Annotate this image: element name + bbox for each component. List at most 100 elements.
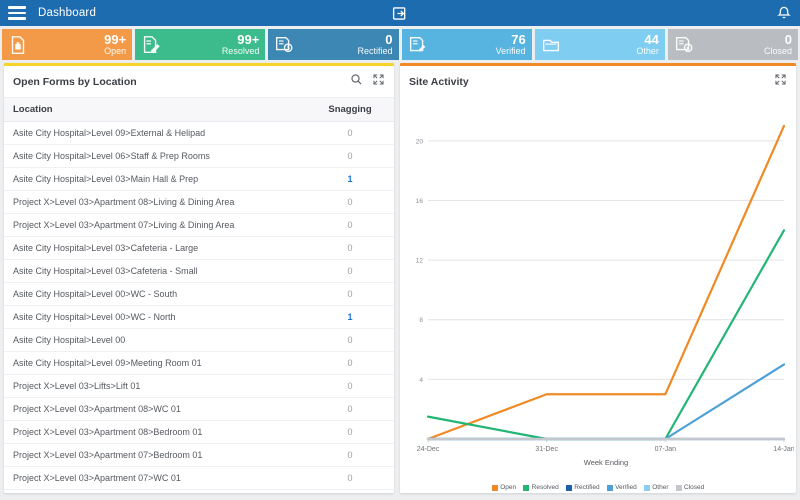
expand-icon[interactable] [774,73,787,91]
x-axis-tick-label: 24-Dec [417,446,440,453]
table-row[interactable]: Project X>Level 03>Apartment 07>Living &… [4,214,394,237]
y-axis-tick-label: 8 [419,317,423,324]
project-switch-icon[interactable] [392,5,409,22]
cell-location: Project X>Level 03>Lifts>Lift 01 [13,381,141,391]
cell-snagging: 0 [347,450,353,460]
legend-label: Verified [615,484,637,491]
cell-location: Project X>Level 03>Apartment 07>WC 01 [13,473,181,483]
status-card-value: 44 [644,31,659,47]
y-axis-tick-label: 4 [419,377,423,384]
cell-snagging: 0 [347,473,353,483]
table-row[interactable]: Asite City Hospital>Level 00>WC - North 1 [4,306,394,329]
column-header-location[interactable]: Location [13,104,315,115]
legend-label: Other [652,484,669,491]
table-row[interactable]: Project X>Level 03>Apartment 08>WC 01 0 [4,398,394,421]
x-axis-tick-label: 31-Dec [535,446,558,453]
status-card-verified[interactable]: 76 Verified [401,29,532,60]
table-row[interactable]: Asite City Hospital>Level 03>Main Hall &… [4,168,394,191]
table-row[interactable]: Asite City Hospital>Level 00>WC - South 0 [4,283,394,306]
open-forms-by-location-panel: Open Forms by Location Location Snagging… [4,63,394,493]
series-line-open [426,124,786,441]
status-card-closed[interactable]: 0 Closed [667,29,799,60]
legend-swatch [565,484,572,491]
status-card-resolved[interactable]: 99+ Resolved [135,29,266,60]
form-verified-icon [409,36,425,51]
cell-location: Asite City Hospital>Level 06>Staff & Pre… [13,151,210,161]
legend-item-other[interactable]: Other [643,484,669,491]
legend-item-closed[interactable]: Closed [675,484,705,491]
cell-snagging: 0 [347,381,353,391]
status-card-value: 76 [511,31,526,47]
cell-location: Project X>Level 03>Apartment 07>Living &… [13,220,235,230]
status-card-label: Verified [495,45,526,56]
expand-icon[interactable] [372,73,385,91]
table-row[interactable]: Project X>Level 03>Lifts>Lift 01 0 [4,375,394,398]
status-card-value: 0 [385,31,393,47]
table-row[interactable]: Project X>Level 03>Apartment 011 [4,490,394,493]
status-card-label: Closed [764,45,793,56]
legend-swatch [675,484,682,491]
site-activity-panel: Site Activity 4 8 12 16 20 24-Dec 31-Dec 07-Jan… [400,63,796,493]
cell-location: Asite City Hospital>Level 00>WC - South [13,289,178,299]
status-card-other[interactable]: 44 Other [534,29,665,60]
panel-title: Open Forms by Location [13,76,137,88]
cell-location: Project X>Level 03>Apartment 08>Bedroom … [13,427,203,437]
table-row[interactable]: Asite City Hospital>Level 03>Cafeteria -… [4,237,394,260]
cell-snagging: 1 [347,174,353,184]
table-row[interactable]: Asite City Hospital>Level 09>External & … [4,122,394,145]
panel-header: Site Activity [400,66,796,97]
table-row[interactable]: Asite City Hospital>Level 00 0 [4,329,394,352]
cell-location: Asite City Hospital>Level 09>Meeting Roo… [13,358,202,368]
table-row[interactable]: Asite City Hospital>Level 09>Meeting Roo… [4,352,394,375]
series-line-resolved [426,229,786,441]
cell-snagging: 1 [347,312,353,322]
table-row[interactable]: Project X>Level 03>Apartment 08>Bedroom … [4,421,394,444]
cell-location: Project X>Level 03>Apartment 08>WC 01 [13,404,181,414]
table-row[interactable]: Project X>Level 03>Apartment 07>Bedroom … [4,444,394,467]
legend-item-rectified[interactable]: Rectified [565,484,600,491]
table-row[interactable]: Asite City Hospital>Level 06>Staff & Pre… [4,145,394,168]
legend-label: Resolved [531,484,559,491]
legend-item-verified[interactable]: Verified [606,484,637,491]
status-cards-row: 99+ Open 99+ Resolved 0 Rectified 76 Ver… [0,26,800,63]
legend-label: Rectified [574,484,600,491]
column-header-snagging[interactable]: Snagging [315,104,385,115]
line-chart-svg: 4 8 12 16 20 24-Dec 31-Dec 07-Jan 14-Jan Week End… [416,124,794,467]
cell-snagging: 0 [347,266,353,276]
form-other-icon [542,39,559,51]
status-card-label: Resolved [221,45,260,56]
legend-label: Closed [684,484,705,491]
cell-snagging: 0 [347,220,353,230]
top-navigation-bar: Dashboard [0,0,800,26]
cell-location: Asite City Hospital>Level 03>Cafeteria -… [13,243,199,253]
locations-table-body[interactable]: Asite City Hospital>Level 09>External & … [4,122,394,493]
form-closed-icon [675,36,693,52]
cell-location: Asite City Hospital>Level 09>External & … [13,128,206,138]
legend-item-resolved[interactable]: Resolved [523,484,559,491]
cell-snagging: 0 [347,128,353,138]
cell-location: Project X>Level 03>Apartment 07>Bedroom … [13,450,203,460]
notification-bell-icon[interactable] [776,5,792,21]
table-row[interactable]: Project X>Level 03>Apartment 07>WC 01 0 [4,467,394,490]
legend-item-open[interactable]: Open [491,484,516,491]
hamburger-menu-icon[interactable] [8,6,26,20]
status-card-label: Other [636,45,659,56]
cell-location: Asite City Hospital>Level 03>Cafeteria -… [13,266,198,276]
search-icon[interactable] [350,73,363,91]
table-row[interactable]: Project X>Level 03>Apartment 08>Living &… [4,191,394,214]
cell-location: Asite City Hospital>Level 03>Main Hall &… [13,174,199,184]
legend-swatch [643,484,650,491]
cell-location: Asite City Hospital>Level 00>WC - North [13,312,176,322]
table-row[interactable]: Asite City Hospital>Level 03>Cafeteria -… [4,260,394,283]
page-title: Dashboard [38,7,97,19]
cell-snagging: 0 [347,151,353,161]
site-activity-chart[interactable]: 4 8 12 16 20 24-Dec 31-Dec 07-Jan 14-Jan Week End… [400,97,796,484]
cell-snagging: 0 [347,427,353,437]
status-card-open[interactable]: 99+ Open [2,29,133,60]
status-card-label: Open [104,45,127,56]
legend-swatch [606,484,613,491]
cell-location: Project X>Level 03>Apartment 08>Living &… [13,197,235,207]
x-axis-label: Week Ending [584,458,628,467]
status-card-rectified[interactable]: 0 Rectified [268,29,399,60]
cell-snagging: 0 [347,197,353,207]
